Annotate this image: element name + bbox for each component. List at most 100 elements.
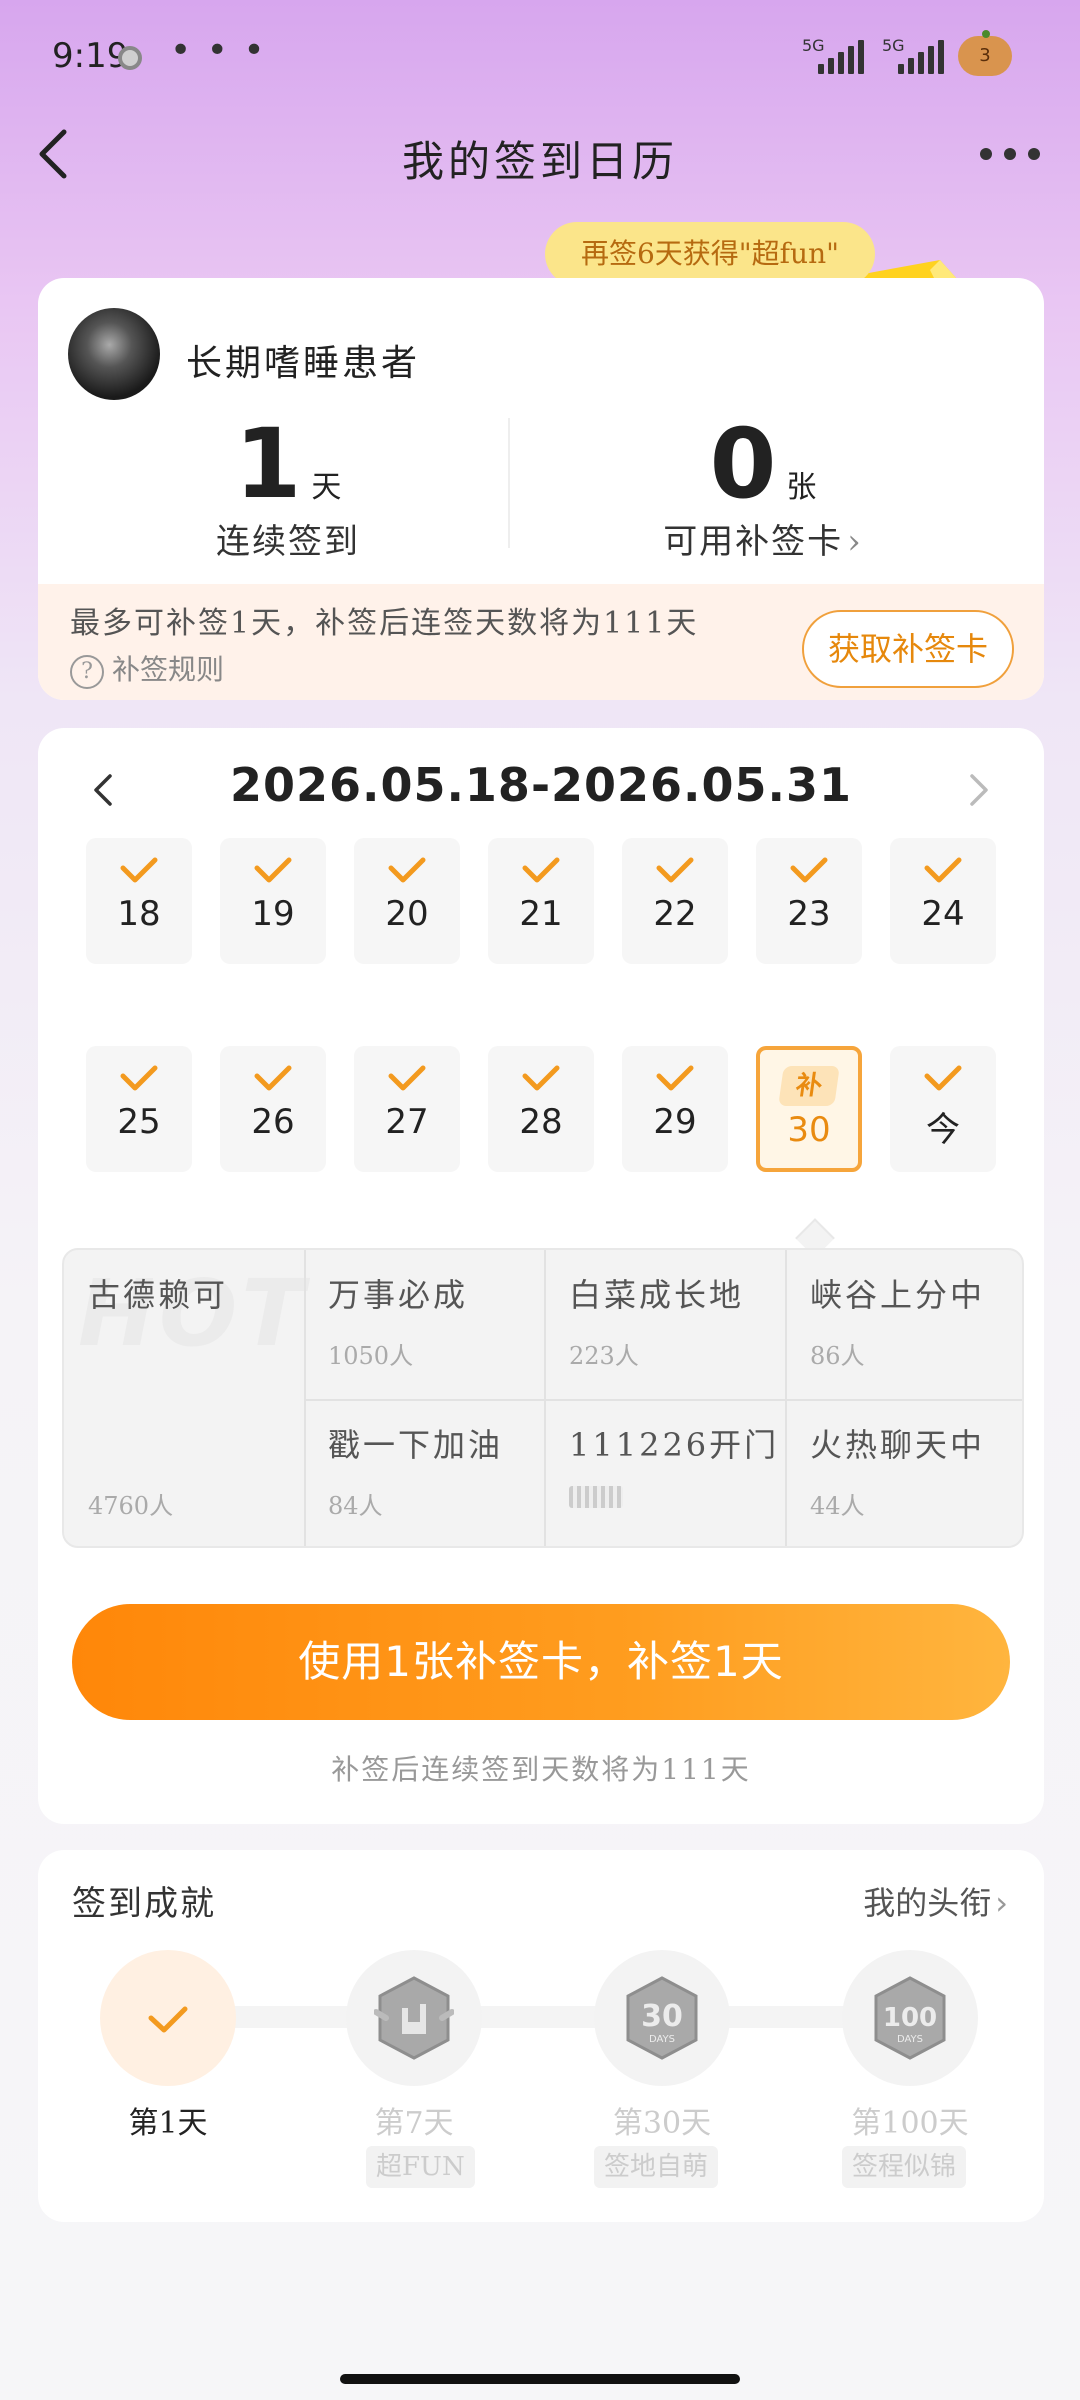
achievement-label: 第7天 (374, 2106, 454, 2141)
topic-name: 111226开门 (569, 1426, 780, 1464)
makeup-tag: 补 (778, 1066, 840, 1106)
achievement-badge-day7[interactable] (346, 1950, 482, 2086)
use-hint: 补签后连续签到天数将为111天 (331, 1753, 751, 1786)
topic-name: 白菜成长地 (569, 1276, 745, 1314)
day-number: 今 (926, 1110, 960, 1150)
topic-name: 峡谷上分中 (810, 1276, 986, 1314)
topic-item[interactable]: 古德赖可 4760人 (64, 1250, 304, 1546)
profile-card: 长期嗜睡患者 1天 连续签到 0张 可用补签卡 › 最多可补签1天，补签后连签天数… (38, 278, 1044, 700)
calendar-day[interactable]: 27 (354, 1046, 460, 1172)
check-icon (522, 1065, 560, 1091)
my-titles-link[interactable]: 我的头衔 › (863, 1878, 1008, 1924)
streak-label: 连续签到 (216, 522, 360, 562)
signal-icon (898, 40, 944, 74)
topic-count: 44人 (810, 1492, 865, 1520)
achievements-card: 签到成就 我的头衔 › 30 DAYS 100 DAYS 第1天 第7天 第30天… (38, 1850, 1044, 2222)
calendar-day[interactable]: 19 (220, 838, 326, 964)
topic-item[interactable]: 111226开门 (545, 1400, 785, 1546)
check-icon (522, 857, 560, 883)
makeup-cards-stat[interactable]: 0张 可用补签卡 › (513, 408, 1013, 563)
use-makeup-card-button[interactable]: 使用1张补签卡，补签1天 (72, 1604, 1010, 1720)
check-icon (148, 2006, 188, 2033)
status-more-icon: • • • (170, 30, 267, 71)
calendar-day[interactable]: 26 (220, 1046, 326, 1172)
achievement-label: 第1天 (128, 2106, 208, 2141)
topic-name: 万事必成 (328, 1276, 469, 1314)
signal-icon (818, 40, 864, 74)
check-icon (656, 857, 694, 883)
achievement-title-tag: 签地自萌 (594, 2146, 719, 2188)
check-icon (924, 857, 962, 883)
rules-label: 补签规则 (112, 653, 225, 686)
topic-name: 古德赖可 (88, 1276, 229, 1314)
grid-divider (304, 1399, 1022, 1401)
promo-bubble: 再签6天获得"超fun" (545, 222, 875, 286)
calendar-day[interactable]: 18 (86, 838, 192, 964)
day-number: 24 (921, 894, 965, 934)
topic-count: 84人 (328, 1492, 383, 1520)
calendar-day[interactable]: 25 (86, 1046, 192, 1172)
achievement-track (168, 2006, 928, 2028)
topic-item[interactable]: 戳一下加油 84人 (304, 1400, 544, 1546)
stat-divider (508, 418, 510, 548)
achievement-badge-day30[interactable]: 30 DAYS (594, 1950, 730, 2086)
calendar-day[interactable]: 23 (756, 838, 862, 964)
calendar-day[interactable]: 24 (890, 838, 996, 964)
svg-text:DAYS: DAYS (897, 2034, 923, 2045)
status-notification-icon (118, 46, 142, 70)
day-number: 21 (519, 894, 563, 934)
topic-item[interactable]: 峡谷上分中 86人 (786, 1250, 1022, 1400)
check-icon (924, 1065, 962, 1091)
achievement-badge-day1[interactable] (100, 1950, 236, 2086)
more-options-icon[interactable] (980, 148, 1040, 160)
rock-hand-medal-icon (374, 1976, 454, 2060)
topic-item[interactable]: 火热聊天中 44人 (786, 1400, 1022, 1546)
topic-count-blurred (569, 1486, 623, 1514)
battery-icon: 3 (958, 30, 1012, 76)
svg-text:DAYS: DAYS (649, 2034, 675, 2045)
home-indicator[interactable] (340, 2374, 740, 2384)
check-icon (254, 1065, 292, 1091)
day-number: 27 (385, 1102, 429, 1142)
achievement-label: 第100天 (851, 2106, 969, 2141)
check-icon (656, 1065, 694, 1091)
streak-stat: 1天 连续签到 (38, 408, 538, 563)
next-week-icon[interactable] (964, 770, 994, 810)
achievements-title: 签到成就 (72, 1884, 216, 1924)
cards-label: 可用补签卡 (663, 522, 844, 562)
avatar[interactable] (68, 308, 160, 400)
check-icon (120, 857, 158, 883)
rules-link[interactable]: ? 补签规则 (70, 648, 224, 689)
100-days-medal-icon: 100 DAYS (874, 1976, 946, 2060)
question-icon: ? (70, 654, 104, 689)
calendar-day[interactable]: 28 (488, 1046, 594, 1172)
topic-item[interactable]: 白菜成长地 223人 (545, 1250, 785, 1400)
calendar-day-makeup[interactable]: 补 30 (756, 1046, 862, 1172)
calendar-day[interactable]: 21 (488, 838, 594, 964)
topic-name: 戳一下加油 (328, 1426, 504, 1464)
achievement-badge-day100[interactable]: 100 DAYS (842, 1950, 978, 2086)
chevron-right-icon: › (847, 522, 863, 562)
day-number: 18 (117, 894, 161, 934)
topic-item[interactable]: 万事必成 1050人 (304, 1250, 544, 1400)
calendar-day[interactable]: 20 (354, 838, 460, 964)
check-icon (254, 857, 292, 883)
topic-count: 4760人 (88, 1492, 174, 1520)
achievement-title-tag: 签程似锦 (842, 2146, 967, 2188)
status-time: 9:19 (52, 36, 129, 76)
day-number: 30 (787, 1110, 831, 1150)
get-makeup-card-button[interactable]: 获取补签卡 (802, 610, 1014, 688)
topic-count: 223人 (569, 1342, 639, 1370)
calendar-day[interactable]: 今 (890, 1046, 996, 1172)
username: 长期嗜睡患者 (186, 343, 421, 384)
streak-value: 1 (234, 408, 302, 520)
topic-count: 1050人 (328, 1342, 414, 1370)
check-icon (388, 857, 426, 883)
calendar-day[interactable]: 22 (622, 838, 728, 964)
calendar-day[interactable]: 29 (622, 1046, 728, 1172)
day-number: 26 (251, 1102, 295, 1142)
day-number: 25 (117, 1102, 161, 1142)
check-icon (120, 1065, 158, 1091)
day-number: 29 (653, 1102, 697, 1142)
svg-text:100: 100 (883, 2003, 937, 2033)
